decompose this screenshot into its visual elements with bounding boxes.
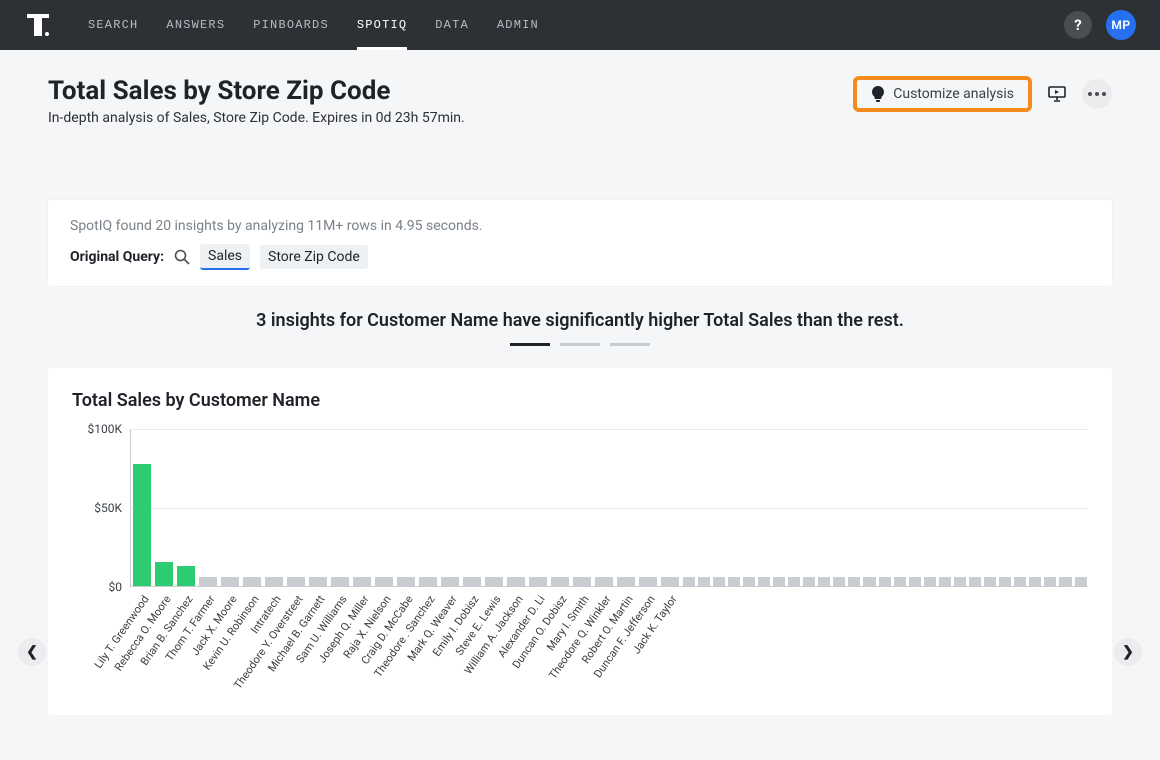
chart-bar[interactable] <box>573 577 591 586</box>
chart-bar[interactable] <box>309 577 327 586</box>
present-button[interactable] <box>1042 79 1072 109</box>
chart-bar[interactable] <box>661 577 679 586</box>
pager-dot[interactable] <box>560 343 600 346</box>
chart-bar[interactable] <box>848 577 860 586</box>
chart-bar[interactable] <box>954 577 966 586</box>
nav-pinboards[interactable]: PINBOARDS <box>253 0 329 50</box>
chart-bar[interactable] <box>1075 577 1087 586</box>
nav-spotiq[interactable]: SPOTIQ <box>357 0 407 50</box>
chart-area: $0$50K$100K Lily T. GreenwoodRebecca O. … <box>72 429 1088 709</box>
chart-bar[interactable] <box>683 577 695 586</box>
chart-x-labels: Lily T. GreenwoodRebecca O. MooreBrian B… <box>130 591 1088 701</box>
chart-bar[interactable] <box>758 577 770 586</box>
chart-bar[interactable] <box>397 577 415 586</box>
chart-bar[interactable] <box>419 577 437 586</box>
chart-bar[interactable] <box>773 577 785 586</box>
chart-bar[interactable] <box>939 577 951 586</box>
chart-bar[interactable] <box>1029 577 1041 586</box>
chart-bar[interactable] <box>221 577 239 586</box>
chart-bar[interactable] <box>133 464 151 586</box>
more-menu-button[interactable] <box>1082 79 1112 109</box>
page-title: Total Sales by Store Zip Code <box>48 76 465 106</box>
chart-bar[interactable] <box>833 577 845 586</box>
insight-heading: 3 insights for Customer Name have signif… <box>48 310 1112 346</box>
query-chip-sales[interactable]: Sales <box>200 244 250 270</box>
page-subtitle: In-depth analysis of Sales, Store Zip Co… <box>48 110 465 126</box>
summary-card: SpotIQ found 20 insights by analyzing 11… <box>48 200 1112 286</box>
chart-bar[interactable] <box>331 577 349 586</box>
chart-bar[interactable] <box>353 577 371 586</box>
lightbulb-icon <box>871 86 885 102</box>
chart-title: Total Sales by Customer Name <box>72 390 1088 411</box>
chart-bar[interactable] <box>463 577 481 586</box>
chart-bar[interactable] <box>551 577 569 586</box>
user-avatar[interactable]: MP <box>1106 10 1136 40</box>
chart-bar[interactable] <box>713 577 725 586</box>
chart-bar[interactable] <box>507 577 525 586</box>
chart-bar[interactable] <box>894 577 906 586</box>
chart-bar[interactable] <box>1014 577 1026 586</box>
customize-analysis-label: Customize analysis <box>893 86 1014 102</box>
summary-text: SpotIQ found 20 insights by analyzing 11… <box>70 218 1090 234</box>
nav-answers[interactable]: ANSWERS <box>166 0 225 50</box>
chart-bar[interactable] <box>1059 577 1071 586</box>
nav-search[interactable]: SEARCH <box>88 0 138 50</box>
chart-bar[interactable] <box>698 577 710 586</box>
y-tick: $100K <box>87 422 122 436</box>
y-tick: $0 <box>109 580 123 594</box>
chart-bar[interactable] <box>243 577 261 586</box>
chart-bar[interactable] <box>984 577 996 586</box>
chart-bar[interactable] <box>909 577 921 586</box>
chart-bar[interactable] <box>529 577 547 586</box>
chart-bar[interactable] <box>177 566 195 586</box>
chart-bar[interactable] <box>265 577 283 586</box>
chart-bar[interactable] <box>969 577 981 586</box>
prev-insight-button[interactable]: ❮ <box>18 638 46 666</box>
chart-bar[interactable] <box>375 577 393 586</box>
chart-bar[interactable] <box>155 562 173 586</box>
chart-bar[interactable] <box>863 577 875 586</box>
customize-analysis-button[interactable]: Customize analysis <box>853 76 1032 112</box>
chart-bar[interactable] <box>803 577 815 586</box>
search-icon <box>174 249 190 265</box>
chart-bar[interactable] <box>639 577 657 586</box>
chart-bar[interactable] <box>199 577 217 586</box>
present-icon <box>1048 86 1066 102</box>
insight-heading-text: 3 insights for Customer Name have signif… <box>48 310 1112 331</box>
original-query-label: Original Query: <box>70 249 164 265</box>
top-nav: SEARCHANSWERSPINBOARDSSPOTIQDATAADMIN ? … <box>0 0 1160 50</box>
insight-pager[interactable] <box>48 343 1112 346</box>
pager-dot[interactable] <box>610 343 650 346</box>
chart-bar[interactable] <box>1044 577 1056 586</box>
brand-logo[interactable] <box>24 11 52 39</box>
pager-dot[interactable] <box>510 343 550 346</box>
chart-bar[interactable] <box>879 577 891 586</box>
chart-bar[interactable] <box>728 577 740 586</box>
ellipsis-icon <box>1088 92 1106 96</box>
chart-bar[interactable] <box>818 577 830 586</box>
avatar-initials: MP <box>1111 18 1130 32</box>
page-header: Total Sales by Store Zip Code In-depth a… <box>48 76 1112 126</box>
help-icon: ? <box>1074 16 1081 34</box>
nav-admin[interactable]: ADMIN <box>497 0 539 50</box>
chart-bar[interactable] <box>485 577 503 586</box>
next-insight-button[interactable]: ❯ <box>1114 638 1142 666</box>
chart-bar[interactable] <box>441 577 459 586</box>
nav-data[interactable]: DATA <box>435 0 469 50</box>
chart-bar[interactable] <box>788 577 800 586</box>
y-tick: $50K <box>94 501 122 515</box>
chart-bar[interactable] <box>924 577 936 586</box>
chart-bar[interactable] <box>743 577 755 586</box>
chart-plot <box>130 429 1088 587</box>
help-button[interactable]: ? <box>1064 11 1092 39</box>
chart-bar[interactable] <box>617 577 635 586</box>
chart-bar[interactable] <box>999 577 1011 586</box>
chart-card: Total Sales by Customer Name $0$50K$100K… <box>48 368 1112 715</box>
chart-bar[interactable] <box>595 577 613 586</box>
chart-bar[interactable] <box>287 577 305 586</box>
query-chip-zip[interactable]: Store Zip Code <box>260 245 368 269</box>
chart-y-axis: $0$50K$100K <box>72 429 128 587</box>
